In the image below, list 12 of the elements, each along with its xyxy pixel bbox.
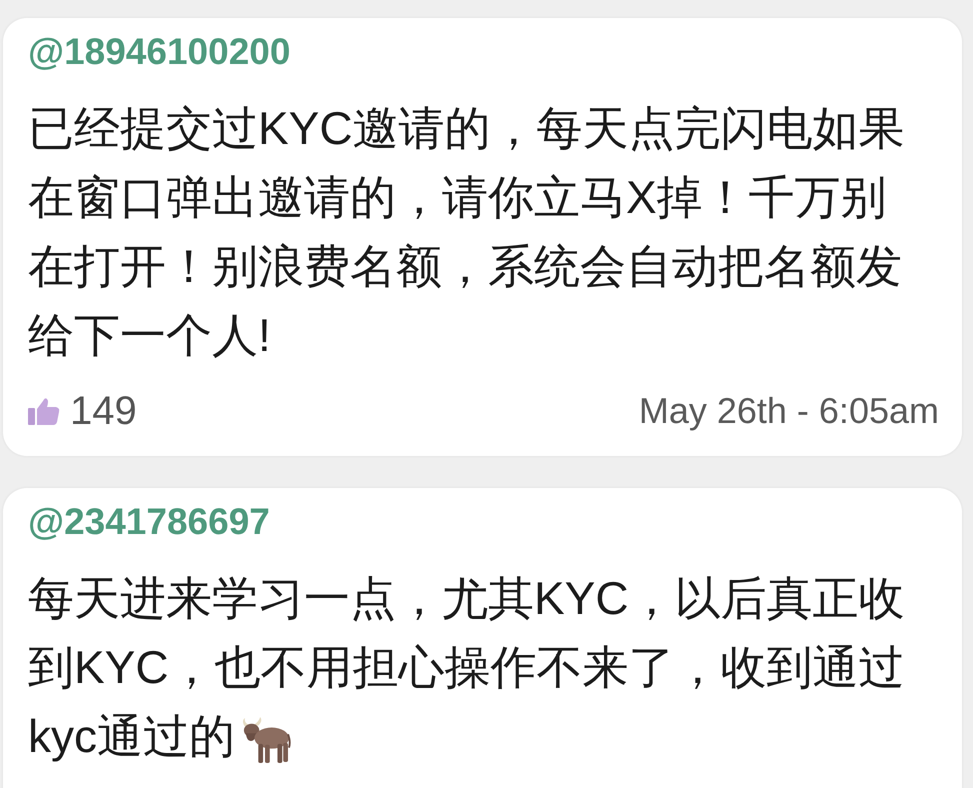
- thumbs-up-icon[interactable]: [28, 397, 60, 425]
- comment-text: 到KYC，也不用担心操作不来了，收到通过: [28, 640, 905, 695]
- comment-text: 已经提交过KYC邀请的，每天点完闪电如果: [28, 101, 905, 156]
- timestamp: May 26th - 6:05am: [638, 391, 939, 431]
- comment-text: 在窗口弹出邀请的，请你立马X掉！千万别: [28, 170, 887, 225]
- username[interactable]: @2341786697: [28, 502, 270, 542]
- comment-text: 给下一个人!: [28, 308, 271, 363]
- comment-text: 每天进来学习一点，尤其KYC，以后真正收: [28, 571, 905, 626]
- like-count: 149: [70, 389, 137, 433]
- comment-text: 在打开！别浪费名额，系统会自动把名额发: [28, 239, 902, 294]
- comment-text: kyc通过的: [28, 709, 235, 764]
- username[interactable]: @18946100200: [28, 32, 290, 72]
